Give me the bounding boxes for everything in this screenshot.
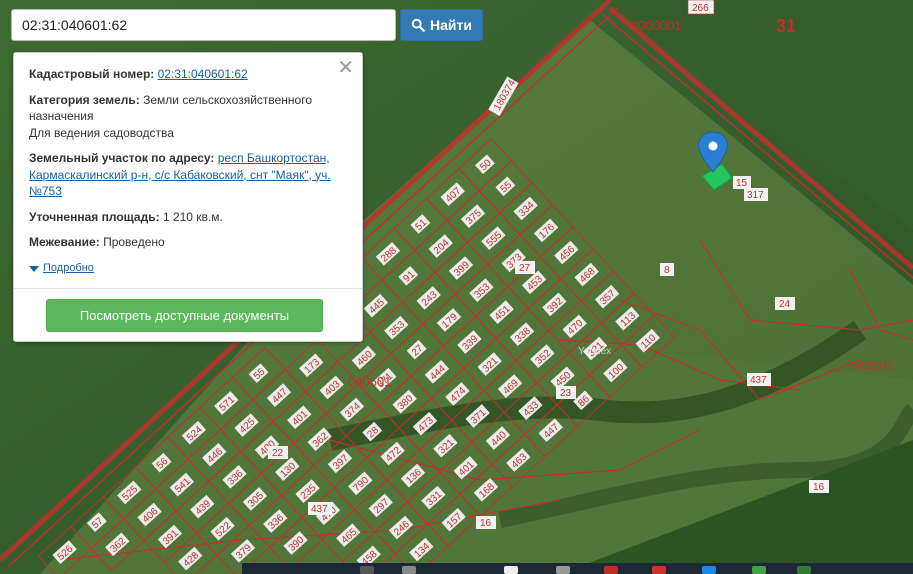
land-category-label: Категория земель: <box>29 92 140 107</box>
view-documents-button[interactable]: Посмотреть доступные документы <box>46 298 323 332</box>
taskbar-icon[interactable] <box>402 566 416 574</box>
label-23: 23 <box>556 386 576 399</box>
label-31: 31 <box>776 16 796 36</box>
area-row: Уточненная площадь: 1 210 кв.м. <box>29 209 348 226</box>
label-437-right: 437 <box>747 373 771 386</box>
taskbar <box>242 563 913 574</box>
svg-text:437: 437 <box>311 504 328 515</box>
svg-text:15: 15 <box>736 178 748 189</box>
cadastral-number-row: Кадастровый номер: 02:31:040601:62 <box>29 66 348 83</box>
close-icon[interactable]: ✕ <box>337 57 354 79</box>
taskbar-icon[interactable] <box>556 566 570 574</box>
address-label: Земельный участок по адресу: <box>29 151 215 165</box>
cadastral-number-link[interactable]: 02:31:040601:62 <box>158 67 248 81</box>
yandex-watermark: Yandex <box>578 346 611 357</box>
svg-text:16: 16 <box>813 482 825 493</box>
taskbar-icon[interactable] <box>652 566 666 574</box>
svg-text:27: 27 <box>519 263 531 274</box>
land-usage-value: Для ведения садоводства <box>29 125 174 140</box>
label-8: 8 <box>660 263 674 276</box>
area-value: 1 210 кв.м. <box>162 209 223 224</box>
svg-text:16: 16 <box>480 518 492 529</box>
search-input[interactable] <box>11 9 396 41</box>
svg-text:437: 437 <box>750 375 767 386</box>
svg-text:317: 317 <box>747 190 764 201</box>
search-button[interactable]: Найти <box>400 9 483 41</box>
label-quarter-040601: 040601 <box>348 374 391 389</box>
land-category-row: Категория земель: Земли сельскохозяйстве… <box>29 92 348 142</box>
svg-text:8: 8 <box>664 265 670 276</box>
label-24: 24 <box>775 297 795 310</box>
search-bar: Найти <box>11 9 483 41</box>
taskbar-icon[interactable] <box>360 566 374 574</box>
label-16-bottom: 16 <box>476 516 496 529</box>
svg-text:24: 24 <box>779 299 791 310</box>
address-row: Земельный участок по адресу: респ Башкор… <box>29 150 348 200</box>
svg-text:22: 22 <box>272 448 284 459</box>
svg-text:23: 23 <box>560 388 572 399</box>
cadastral-number-label: Кадастровый номер: <box>29 67 155 81</box>
more-details-link[interactable]: Подробно <box>29 260 94 277</box>
survey-row: Межевание: Проведено <box>29 234 348 251</box>
taskbar-icon[interactable] <box>797 566 811 574</box>
label-quarter-040601-right: 040601 <box>850 358 893 373</box>
area-label: Уточненная площадь: <box>29 209 160 224</box>
taskbar-icon[interactable] <box>752 566 766 574</box>
label-317: 317 <box>744 188 768 201</box>
taskbar-icon[interactable] <box>702 566 716 574</box>
more-details-label: Подробно <box>43 262 94 275</box>
survey-value: Проведено <box>103 235 165 249</box>
search-button-label: Найти <box>430 17 472 33</box>
parcel-info-panel: ✕ Кадастровый номер: 02:31:040601:62 Кат… <box>13 52 363 342</box>
taskbar-icon[interactable] <box>504 566 518 574</box>
chevron-down-icon <box>29 265 39 272</box>
label-15: 15 <box>733 176 751 189</box>
label-block-0000001: 0000001 <box>631 18 682 33</box>
label-16-right: 16 <box>809 480 829 493</box>
panel-divider <box>14 287 362 289</box>
search-icon <box>411 18 425 32</box>
survey-label: Межевание: <box>29 235 100 249</box>
taskbar-icon[interactable] <box>604 566 618 574</box>
label-266: 266 <box>692 3 709 14</box>
label-27: 27 <box>515 261 535 274</box>
label-22: 22 <box>268 446 288 459</box>
label-437-bottom: 437 <box>308 502 332 515</box>
